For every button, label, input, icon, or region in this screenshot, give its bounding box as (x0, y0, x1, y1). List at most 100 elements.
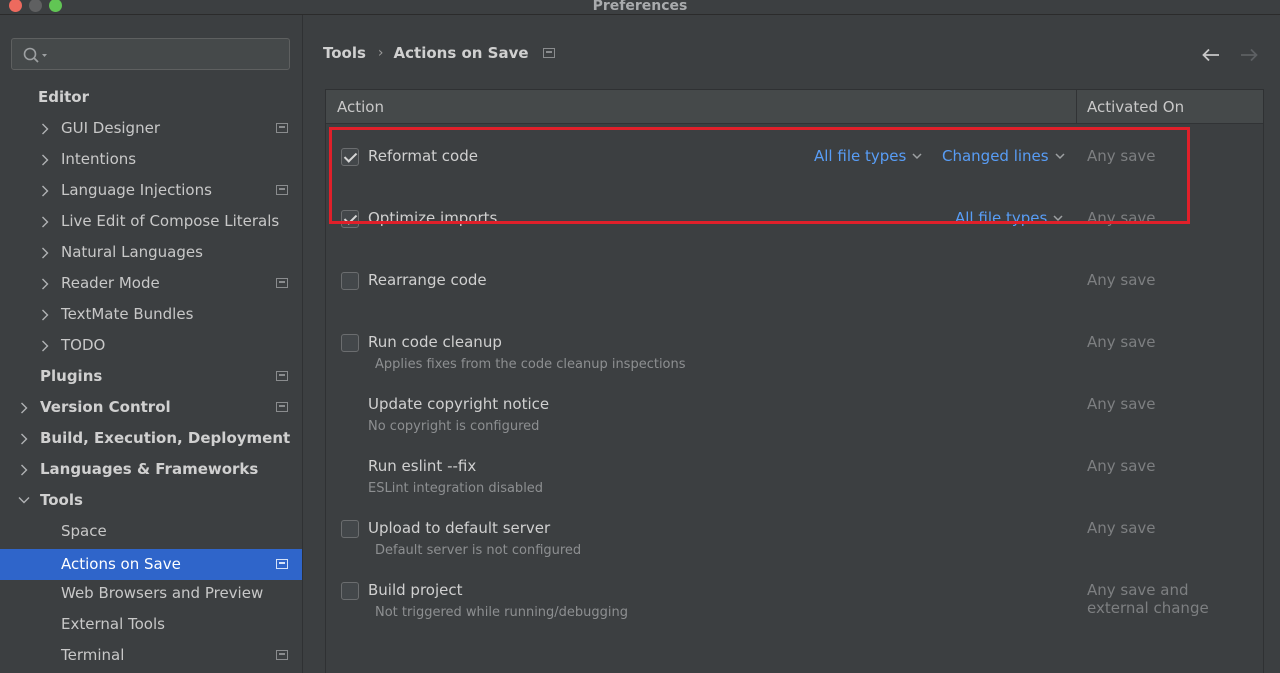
sidebar-item-external-tools[interactable]: External Tools (0, 609, 302, 640)
sidebar-item-plugins[interactable]: Plugins (0, 361, 302, 392)
sidebar-item-label: Tools (40, 491, 83, 509)
chevron-right-icon[interactable] (41, 216, 49, 228)
sidebar-item-gui-designer[interactable]: GUI Designer (0, 113, 302, 144)
sidebar-item-label: Actions on Save (61, 555, 181, 573)
row-title: Upload to default server (368, 519, 551, 537)
activated-on-value: Any save (1087, 395, 1156, 413)
row-title: Run eslint --fix (368, 457, 477, 475)
activated-on-value: Any save (1087, 271, 1156, 289)
row-subtitle: ESLint integration disabled (368, 481, 544, 496)
rearrange-code-checkbox[interactable] (341, 272, 359, 290)
chevron-right-icon[interactable] (20, 464, 28, 476)
chevron-right-icon[interactable] (41, 278, 49, 290)
project-settings-icon (276, 123, 288, 133)
chevron-right-icon[interactable] (41, 340, 49, 352)
column-divider[interactable] (1076, 90, 1077, 123)
sidebar-item-label: Plugins (40, 367, 103, 385)
sidebar-item-tools[interactable]: Tools (0, 485, 302, 516)
build-project-checkbox[interactable] (341, 582, 359, 600)
activated-on-value: Any save (1087, 457, 1156, 475)
table-row: Run eslint --fix ESLint integration disa… (326, 457, 1263, 520)
sidebar-item-natural-languages[interactable]: Natural Languages (0, 237, 302, 268)
window-title: Preferences (592, 0, 688, 14)
sidebar-item-label: TODO (61, 336, 106, 354)
breadcrumb-current: Actions on Save (393, 43, 529, 62)
sidebar-item-space[interactable]: Space (0, 516, 302, 547)
breadcrumb-parent[interactable]: Tools (323, 44, 366, 62)
sidebar-item-live-edit[interactable]: Live Edit of Compose Literals (0, 206, 302, 237)
highlight-box (329, 127, 1190, 224)
project-settings-icon (276, 185, 288, 195)
project-settings-icon (276, 402, 288, 412)
chevron-right-icon[interactable] (41, 123, 49, 135)
chevron-right-icon[interactable] (20, 433, 28, 445)
sidebar-item-label: GUI Designer (61, 119, 160, 137)
sidebar-item-label: Web Browsers and Preview (61, 584, 264, 602)
breadcrumb: Tools › Actions on Save (323, 43, 555, 62)
sidebar-item-web-browsers[interactable]: Web Browsers and Preview (0, 578, 302, 609)
sidebar-item-todo[interactable]: TODO (0, 330, 302, 361)
sidebar-item-terminal[interactable]: Terminal (0, 640, 302, 671)
sidebar-item-label: Language Injections (61, 181, 212, 199)
sidebar-item-label: Version Control (40, 398, 171, 416)
row-subtitle: Applies fixes from the code cleanup insp… (375, 357, 686, 372)
sidebar-item-build-execution-deployment[interactable]: Build, Execution, Deployment (0, 423, 302, 454)
chevron-right-icon[interactable] (41, 154, 49, 166)
sidebar-item-label: Reader Mode (61, 274, 160, 292)
chevron-down-icon[interactable] (18, 496, 30, 504)
sidebar-item-reader-mode[interactable]: Reader Mode (0, 268, 302, 299)
table-row: Upload to default server Default server … (326, 519, 1263, 582)
sidebar-item-textmate-bundles[interactable]: TextMate Bundles (0, 299, 302, 330)
back-arrow-icon[interactable] (1201, 48, 1221, 62)
chevron-right-icon[interactable] (41, 185, 49, 197)
search-input[interactable] (11, 38, 290, 70)
row-title: Rearrange code (368, 271, 487, 289)
table-row: Build project Not triggered while runnin… (326, 581, 1263, 644)
search-icon (23, 47, 47, 63)
activated-on-value: Any save (1087, 519, 1156, 537)
project-settings-icon (276, 650, 288, 660)
row-subtitle: Not triggered while running/debugging (375, 605, 629, 620)
table-row: Update copyright notice No copyright is … (326, 395, 1263, 458)
sidebar-item-label: External Tools (61, 615, 165, 633)
upload-to-default-server-checkbox[interactable] (341, 520, 359, 538)
activated-on-value: Any save and external change (1087, 581, 1209, 617)
sidebar-item-label: Terminal (61, 646, 125, 664)
sidebar-item-languages-frameworks[interactable]: Languages & Frameworks (0, 454, 302, 485)
project-settings-icon (276, 278, 288, 288)
sidebar-item-intentions[interactable]: Intentions (0, 144, 302, 175)
project-settings-icon (542, 47, 555, 58)
settings-content: Tools › Actions on Save Action Activated O… (303, 15, 1280, 673)
sidebar-item-label: Natural Languages (61, 243, 203, 261)
row-subtitle: Default server is not configured (375, 543, 582, 558)
run-code-cleanup-checkbox[interactable] (341, 334, 359, 352)
row-title: Run code cleanup (368, 333, 502, 351)
sidebar-item-label: Build, Execution, Deployment (40, 429, 291, 447)
chevron-right-icon[interactable] (41, 247, 49, 259)
title-bar: Preferences (0, 0, 1280, 15)
forward-arrow-icon[interactable] (1239, 48, 1259, 62)
sidebar-item-actions-on-save[interactable]: Actions on Save (0, 549, 302, 580)
row-title: Build project (368, 581, 463, 599)
chevron-right-icon[interactable] (41, 309, 49, 321)
activated-on-value: Any save (1087, 333, 1156, 351)
settings-sidebar: Editor GUI Designer Intentions Language … (0, 15, 303, 673)
sidebar-item-label: Languages & Frameworks (40, 460, 259, 478)
project-settings-icon (276, 371, 288, 381)
column-header-activated-on: Activated On (1087, 98, 1185, 116)
row-subtitle: No copyright is configured (368, 419, 540, 434)
sidebar-item-label: Space (61, 522, 107, 540)
column-header-action: Action (337, 98, 384, 116)
sidebar-item-label: TextMate Bundles (61, 305, 194, 323)
sidebar-item-label: Live Edit of Compose Literals (61, 212, 280, 230)
sidebar-item-editor[interactable]: Editor (0, 82, 302, 113)
row-title: Update copyright notice (368, 395, 550, 413)
table-row: Rearrange code Any save (326, 271, 1263, 334)
sidebar-item-version-control[interactable]: Version Control (0, 392, 302, 423)
sidebar-item-language-injections[interactable]: Language Injections (0, 175, 302, 206)
project-settings-icon (276, 559, 288, 569)
chevron-right-icon[interactable] (20, 402, 28, 414)
sidebar-item-label: Editor (38, 88, 89, 106)
table-header: Action Activated On (326, 90, 1263, 124)
table-row: Run code cleanup Applies fixes from the … (326, 333, 1263, 396)
